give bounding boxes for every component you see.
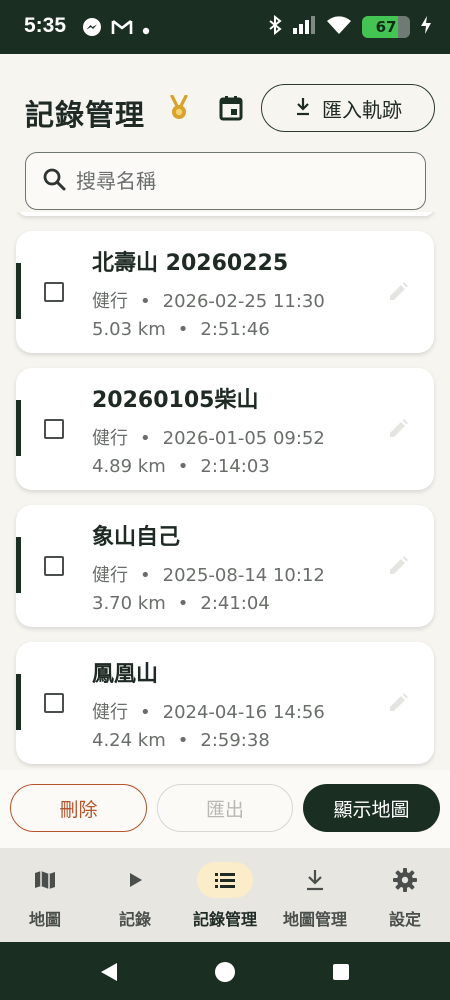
record-name: 20260105柴山 (92, 388, 259, 413)
nav-label: 地圖 (28, 910, 61, 929)
battery-icon: 67 (362, 16, 410, 38)
record-card[interactable]: 北壽山 20260225 健行 • 2026-02-25 11:30 5.03 km… (16, 231, 434, 353)
messenger-icon (82, 17, 102, 41)
calendar-icon[interactable] (217, 94, 247, 124)
edit-icon[interactable] (386, 280, 410, 304)
record-stats: 5.03 km • 2:51:46 (92, 319, 270, 340)
map-icon (17, 862, 73, 898)
record-stats: 4.89 km • 2:14:03 (92, 456, 270, 477)
gear-icon (377, 862, 433, 898)
import-track-button[interactable]: 匯入軌跡 (261, 84, 435, 132)
system-navigation-bar (0, 942, 450, 1000)
record-meta: 健行 • 2026-02-25 11:30 (92, 291, 325, 312)
show-map-button[interactable]: 顯示地圖 (303, 784, 440, 832)
search-icon (42, 167, 66, 195)
record-stats: 3.70 km • 2:41:04 (92, 593, 270, 614)
record-checkbox[interactable] (44, 693, 64, 713)
list-icon (197, 862, 253, 898)
recents-icon[interactable] (332, 963, 350, 985)
nav-item-map[interactable]: 地圖 (0, 848, 90, 942)
record-name: 北壽山 20260225 (92, 251, 289, 276)
edit-icon[interactable] (386, 417, 410, 441)
record-card[interactable]: 象山自己 健行 • 2025-08-14 10:12 3.70 km • 2:41:04 (16, 505, 434, 627)
edit-icon[interactable] (386, 554, 410, 578)
nav-item-settings[interactable]: 設定 (360, 848, 450, 942)
nav-label: 地圖管理 (282, 910, 347, 929)
gmail-icon (111, 18, 133, 40)
card-accent (16, 400, 21, 456)
home-icon[interactable] (214, 961, 236, 987)
delete-button[interactable]: 刪除 (10, 784, 147, 832)
download-icon (287, 862, 343, 898)
play-icon (107, 862, 163, 898)
back-icon[interactable] (98, 961, 120, 987)
nav-label: 設定 (388, 910, 421, 929)
record-list[interactable]: 北壽山 20260225 健行 • 2026-02-25 11:30 5.03 km… (0, 212, 450, 768)
record-meta: 健行 • 2024-04-16 14:56 (92, 702, 325, 723)
export-button[interactable]: 匯出 (157, 784, 293, 832)
nav-item-record-management[interactable]: 記錄管理 (180, 848, 270, 942)
record-meta: 健行 • 2026-01-05 09:52 (92, 428, 325, 449)
record-meta: 健行 • 2025-08-14 10:12 (92, 565, 325, 586)
edit-icon[interactable] (386, 691, 410, 715)
system-status-icons: 67 (268, 14, 432, 39)
card-accent (16, 263, 21, 319)
record-card[interactable]: 鳳凰山 健行 • 2024-04-16 14:56 4.24 km • 2:59:38 (16, 642, 434, 764)
search-input[interactable] (76, 169, 396, 193)
list-item-partial (18, 212, 434, 216)
dot-icon (142, 20, 150, 39)
record-checkbox[interactable] (44, 282, 64, 302)
medal-icon[interactable] (168, 94, 190, 125)
charging-icon (420, 15, 432, 39)
card-accent (16, 674, 21, 730)
wifi-icon (326, 15, 352, 39)
card-accent (16, 537, 21, 593)
search-box[interactable] (25, 152, 426, 210)
record-card[interactable]: 20260105柴山 健行 • 2026-01-05 09:52 4.89 km • 2… (16, 368, 434, 490)
import-track-label: 匯入軌跡 (322, 97, 402, 122)
notification-icons (82, 17, 150, 41)
download-icon (294, 96, 312, 121)
signal-icon (292, 15, 316, 39)
record-stats: 4.24 km • 2:59:38 (92, 730, 270, 751)
status-bar: 5:35 67 (0, 0, 450, 54)
nav-label: 記錄管理 (192, 910, 257, 929)
record-checkbox[interactable] (44, 419, 64, 439)
action-bar: 刪除 匯出 顯示地圖 (0, 770, 450, 848)
nav-item-map-management[interactable]: 地圖管理 (270, 848, 360, 942)
record-name: 鳳凰山 (92, 662, 159, 687)
record-name: 象山自己 (92, 525, 181, 550)
bottom-navigation: 地圖 記錄 記錄管理 地圖管理 設定 (0, 848, 450, 942)
status-time: 5:35 (24, 14, 67, 37)
nav-item-record[interactable]: 記錄 (90, 848, 180, 942)
bluetooth-icon (268, 14, 282, 39)
nav-label: 記錄 (118, 910, 151, 929)
page-title: 記錄管理 (25, 98, 146, 132)
record-checkbox[interactable] (44, 556, 64, 576)
